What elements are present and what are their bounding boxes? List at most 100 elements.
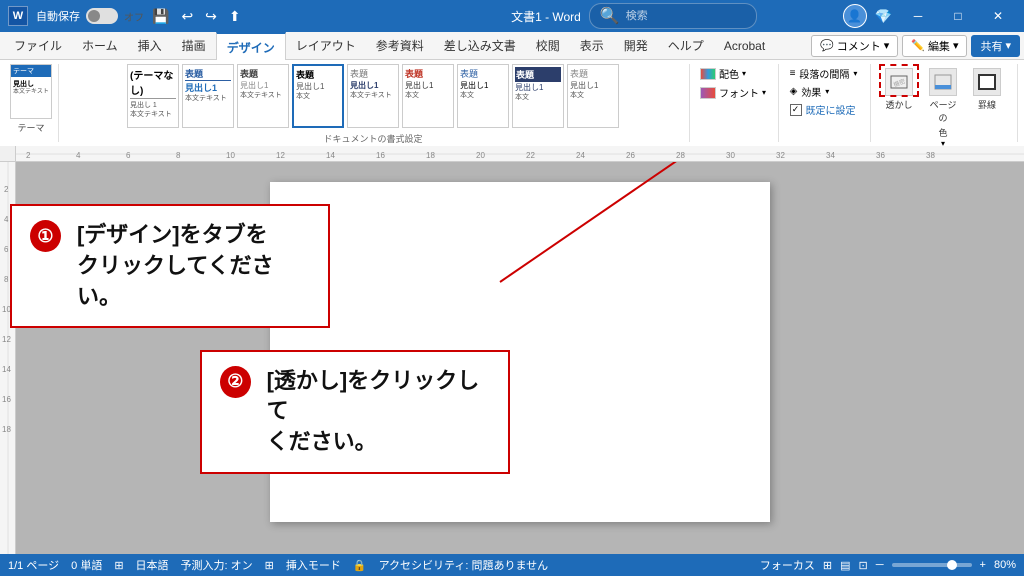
svg-text:16: 16 xyxy=(2,395,11,404)
callout-2-text: [透かし]をクリックして xyxy=(267,366,490,428)
zoom-slider[interactable] xyxy=(892,563,972,567)
colors-button[interactable]: 配色 ▾ xyxy=(700,66,766,81)
view-icon-1: ⊞ xyxy=(823,559,832,572)
tab-acrobat[interactable]: Acrobat xyxy=(714,32,775,60)
svg-text:24: 24 xyxy=(576,151,585,160)
autosave-toggle[interactable] xyxy=(86,8,118,24)
tab-review[interactable]: 校閲 xyxy=(526,32,570,60)
search-icon: 🔍 xyxy=(600,6,620,26)
tab-references[interactable]: 参考資料 xyxy=(366,32,434,60)
zoom-plus[interactable]: + xyxy=(980,559,986,571)
user-avatar[interactable]: 👤 xyxy=(843,4,867,28)
qat-redo[interactable]: ↪ xyxy=(201,6,221,27)
check-icon: ✓ xyxy=(790,104,802,116)
watermark-button-wrapper: 機密 透かし xyxy=(881,66,917,113)
tab-view[interactable]: 表示 xyxy=(570,32,614,60)
edit-button[interactable]: ✏️ 編集 ▾ xyxy=(902,35,967,57)
style-item-default[interactable]: (テーマなし) 見出し 1本文テキスト xyxy=(127,64,179,128)
callout-1-number: ① xyxy=(30,220,61,252)
page-border-icon xyxy=(973,68,1001,96)
callout-watermark: ② [透かし]をクリックして ください。 xyxy=(200,350,510,474)
ribbon-actions: 💬 コメント ▾ ✏️ 編集 ▾ 共有 ▾ xyxy=(811,35,1020,57)
page-border-button[interactable]: 罫線 xyxy=(969,66,1005,113)
lang-indicator: ⊞ xyxy=(114,559,123,572)
style-gallery: (テーマなし) 見出し 1本文テキスト 表題 見出し1 本文テキスト 表題 見出… xyxy=(127,64,619,128)
comment-chevron: ▾ xyxy=(884,39,890,52)
search-box[interactable]: 🔍 xyxy=(589,3,757,29)
zoom-level: 80% xyxy=(994,559,1016,571)
ruler-horizontal: 2 4 6 8 10 12 14 16 18 20 22 24 26 28 30… xyxy=(16,146,1024,162)
style-gallery-section: (テーマなし) 見出し 1本文テキスト 表題 見出し1 本文テキスト 表題 見出… xyxy=(61,64,690,142)
tab-mailings[interactable]: 差し込み文書 xyxy=(434,32,526,60)
word-count: 0 単語 xyxy=(71,557,102,573)
fonts-button[interactable]: フォント ▾ xyxy=(700,85,766,100)
qat-save[interactable]: 💾 xyxy=(148,6,173,27)
tab-help[interactable]: ヘルプ xyxy=(658,32,714,60)
qat-more[interactable]: ⬆ xyxy=(225,6,245,27)
prediction-mode: 予測入力: オン xyxy=(181,557,253,573)
title-right: 👤 💎 ─ □ ✕ xyxy=(843,0,1016,32)
comment-button[interactable]: 💬 コメント ▾ xyxy=(811,35,898,57)
minimize-button[interactable]: ─ xyxy=(900,0,936,32)
style-item-2[interactable]: 表題 見出し1 本文テキスト xyxy=(237,64,289,128)
qat-undo[interactable]: ↩ xyxy=(177,6,197,27)
page-color-label2: 色 xyxy=(938,126,947,139)
svg-text:2: 2 xyxy=(4,185,9,194)
style-item-7[interactable]: 表題 見出し1 本文 xyxy=(512,64,564,128)
effects-chevron: ▾ xyxy=(825,87,829,96)
tab-design[interactable]: デザイン xyxy=(216,32,286,60)
tab-home[interactable]: ホーム xyxy=(72,32,128,60)
share-chevron: ▾ xyxy=(1005,39,1011,52)
share-button[interactable]: 共有 ▾ xyxy=(971,35,1020,57)
svg-text:28: 28 xyxy=(676,151,685,160)
effects-button[interactable]: ◈ 効果 ▾ xyxy=(790,84,858,99)
color-swatch xyxy=(700,68,716,80)
svg-text:22: 22 xyxy=(526,151,535,160)
tab-draw[interactable]: 描画 xyxy=(172,32,216,60)
colors-chevron: ▾ xyxy=(742,69,746,78)
set-default-button[interactable]: ✓ 既定に設定 xyxy=(790,102,858,117)
paragraph-spacing-button[interactable]: ≡ 段落の間隔 ▾ xyxy=(790,66,858,81)
themes-section: テーマ 見出し 本文テキスト テーマ xyxy=(6,64,59,142)
ruler-row: 2 4 6 8 10 12 14 16 18 20 22 24 26 28 30… xyxy=(0,146,1024,162)
style-item-1[interactable]: 表題 見出し1 本文テキスト xyxy=(182,64,234,128)
status-bar: 1/1 ページ 0 単語 ⊞ 日本語 予測入力: オン ⊞ 挿入モード 🔒 アク… xyxy=(0,554,1024,576)
colors-section: 配色 ▾ フォント ▾ xyxy=(692,64,779,142)
style-item-6[interactable]: 表題 見出し1 本文 xyxy=(457,64,509,128)
style-item-8[interactable]: 表題 見出し1 本文 xyxy=(567,64,619,128)
page-color-button[interactable]: ページの 色 ▾ xyxy=(925,66,961,150)
document-area: 2 4 6 8 10 12 14 16 18 ① [デザイン]をタブ xyxy=(0,162,1024,554)
svg-text:10: 10 xyxy=(226,151,235,160)
tab-layout[interactable]: レイアウト xyxy=(286,32,366,60)
svg-text:30: 30 xyxy=(726,151,735,160)
callout-design-tab: ① [デザイン]をタブを クリックしてください。 xyxy=(10,204,330,328)
title-bar-left: W 自動保存 オフ 💾 ↩ ↪ ⬆ xyxy=(8,6,425,27)
ribbon-content: テーマ 見出し 本文テキスト テーマ (テーマなし) 見出し 1本文テキスト 表… xyxy=(0,60,1024,146)
style-item-5[interactable]: 表題 見出し1 本文 xyxy=(402,64,454,128)
style-item-4[interactable]: 表題 見出し1 本文テキスト xyxy=(347,64,399,128)
view-icon-3: ⊡ xyxy=(859,559,868,572)
search-input[interactable] xyxy=(626,10,746,22)
tab-file[interactable]: ファイル xyxy=(4,32,72,60)
themes-button[interactable]: テーマ 見出し 本文テキスト テーマ xyxy=(10,64,52,134)
svg-text:機密: 機密 xyxy=(892,77,906,89)
status-right: フォーカス ⊞ ▤ ⊡ ─ + 80% xyxy=(760,557,1016,573)
tab-developer[interactable]: 開発 xyxy=(614,32,658,60)
spacing-chevron: ▾ xyxy=(853,69,857,78)
svg-text:20: 20 xyxy=(476,151,485,160)
edit-icon: ✏️ xyxy=(911,39,925,52)
svg-text:8: 8 xyxy=(4,275,9,284)
font-swatch xyxy=(700,87,716,99)
watermark-button[interactable]: 機密 透かし xyxy=(881,66,917,113)
close-button[interactable]: ✕ xyxy=(980,0,1016,32)
diamond-icon: 💎 xyxy=(875,8,892,25)
view-icon-2: ▤ xyxy=(840,559,850,572)
title-bar: W 自動保存 オフ 💾 ↩ ↪ ⬆ 文書1 - Word 🔍 👤 💎 ─ □ ✕ xyxy=(0,0,1024,32)
maximize-button[interactable]: □ xyxy=(940,0,976,32)
callout-1-text2: クリックしてください。 xyxy=(77,251,310,313)
tab-insert[interactable]: 挿入 xyxy=(128,32,172,60)
style-item-3[interactable]: 表題 見出し1 本文 xyxy=(292,64,344,128)
svg-text:14: 14 xyxy=(326,151,335,160)
svg-text:18: 18 xyxy=(426,151,435,160)
zoom-minus[interactable]: ─ xyxy=(876,559,884,571)
